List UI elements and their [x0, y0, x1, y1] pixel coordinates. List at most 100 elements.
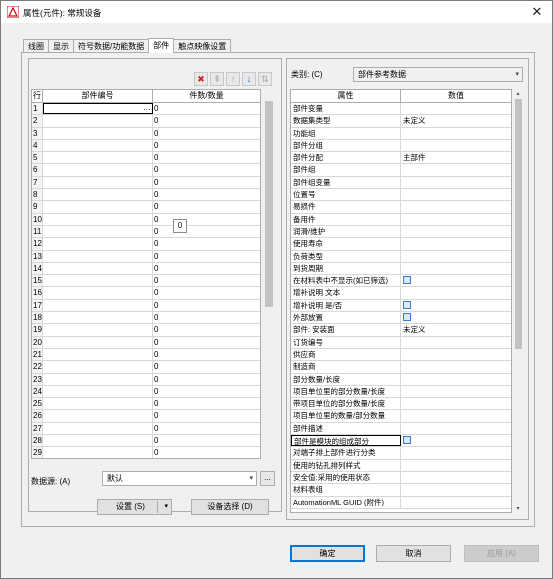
property-row[interactable]: 增补说明 是/否 — [291, 299, 511, 313]
chevron-down-icon[interactable]: ▾ — [164, 500, 168, 514]
quantity-cell[interactable]: 0 — [153, 214, 260, 225]
tab-4[interactable]: 触点映像设置 — [173, 39, 232, 53]
part-number-cell[interactable] — [43, 201, 153, 213]
quantity-cell[interactable]: 0 — [153, 435, 260, 446]
quantity-cell[interactable]: 0 — [153, 103, 260, 114]
property-value[interactable] — [401, 287, 511, 298]
quantity-cell[interactable]: 0 — [153, 324, 260, 335]
table-row[interactable]: 14 0 — [32, 262, 260, 276]
property-row[interactable]: 部件分组 — [291, 139, 511, 153]
property-value[interactable] — [401, 435, 511, 446]
device-select-button[interactable]: 设备选择 (D) — [191, 499, 269, 515]
property-value[interactable] — [401, 361, 511, 372]
part-number-cell[interactable] — [43, 189, 153, 201]
table-row[interactable]: 13 0 — [32, 250, 260, 263]
quantity-cell[interactable]: 0 — [153, 140, 260, 151]
table-row[interactable]: 28 0 — [32, 435, 260, 448]
property-value[interactable]: 主部件 — [401, 152, 511, 163]
property-value[interactable] — [401, 349, 511, 360]
parts-scrollbar[interactable] — [263, 89, 275, 459]
property-row[interactable]: 项目单位里的数量/部分数量 — [291, 410, 511, 423]
part-number-cell[interactable] — [43, 115, 153, 127]
checkbox[interactable] — [403, 276, 411, 285]
property-row[interactable]: 外部放置 — [291, 312, 511, 325]
table-row[interactable]: 11 0 — [32, 225, 260, 239]
table-row[interactable]: 21 0 — [32, 348, 260, 362]
part-number-cell[interactable] — [43, 299, 153, 312]
move-up-icon[interactable]: ↑ — [226, 72, 240, 86]
property-row[interactable]: 润滑/维护 — [291, 225, 511, 239]
part-number-cell[interactable] — [43, 238, 153, 250]
part-number-cell[interactable] — [43, 225, 153, 238]
quantity-cell[interactable]: 0 — [153, 300, 260, 311]
part-number-header[interactable]: 部件编号 — [43, 90, 153, 102]
part-number-cell[interactable] — [43, 410, 153, 422]
property-row[interactable]: 位置号 — [291, 189, 511, 202]
quantity-cell[interactable]: 0 — [153, 398, 260, 409]
property-value[interactable] — [401, 128, 511, 139]
property-row[interactable]: 部件: 安装面 未定义 — [291, 324, 511, 337]
property-row[interactable]: 增补说明 文本 — [291, 287, 511, 300]
property-value[interactable] — [401, 337, 511, 348]
property-value[interactable]: 未定义 — [401, 324, 511, 335]
table-row[interactable]: 23 0 — [32, 373, 260, 386]
quantity-cell[interactable]: 0 — [153, 349, 260, 360]
table-row[interactable]: 60 — [32, 164, 260, 177]
part-number-cell[interactable] — [43, 164, 153, 176]
data-source-select[interactable]: 默认 ▾ — [102, 471, 257, 486]
checkbox[interactable] — [403, 313, 411, 322]
table-row[interactable]: 12 0 — [32, 238, 260, 251]
table-row[interactable]: 16 0 — [32, 287, 260, 300]
property-value[interactable] — [401, 386, 511, 397]
part-number-cell[interactable] — [43, 287, 153, 299]
quantity-cell[interactable]: 0 — [153, 128, 260, 139]
property-row[interactable]: 使用寿命 — [291, 238, 511, 251]
properties-scrollbar[interactable]: ▴ ▾ — [513, 89, 523, 513]
browse-part-button[interactable]: … — [143, 104, 151, 113]
property-value[interactable] — [401, 251, 511, 262]
part-number-cell[interactable] — [43, 139, 153, 152]
table-row[interactable]: 22 0 — [32, 361, 260, 374]
scroll-down-icon[interactable]: ▾ — [513, 505, 523, 512]
part-number-cell[interactable] — [43, 213, 153, 225]
property-value[interactable] — [401, 472, 511, 483]
quantity-cell[interactable]: 0 — [153, 251, 260, 262]
property-row[interactable]: 功能组 — [291, 127, 511, 140]
property-row[interactable]: 制造商 — [291, 361, 511, 374]
part-number-cell[interactable] — [43, 324, 153, 336]
quantity-cell[interactable]: 0 — [153, 386, 260, 397]
part-number-cell[interactable] — [43, 373, 153, 385]
scroll-up-icon[interactable]: ▴ — [513, 90, 523, 97]
part-number-cell[interactable]: … — [43, 103, 153, 115]
part-number-cell[interactable] — [43, 385, 153, 398]
checkbox[interactable] — [403, 436, 411, 445]
table-row[interactable]: 20 0 — [32, 336, 260, 349]
table-row[interactable]: 15 0 — [32, 275, 260, 288]
part-number-cell[interactable] — [43, 275, 153, 287]
property-row[interactable]: 备用件 — [291, 213, 511, 226]
table-row[interactable]: 80 — [32, 189, 260, 202]
property-row[interactable]: 部件组变量 — [291, 176, 511, 190]
tab-3[interactable]: 部件 — [148, 38, 175, 53]
property-value[interactable] — [401, 103, 511, 114]
quantity-cell[interactable]: 0 — [153, 238, 260, 249]
property-value[interactable] — [401, 484, 511, 495]
quantity-cell[interactable]: 0 — [153, 287, 260, 298]
property-row[interactable]: 对端子排上部件进行分类 — [291, 447, 511, 460]
part-number-cell[interactable] — [43, 176, 153, 189]
quantity-cell[interactable]: 0 — [153, 361, 260, 372]
property-row[interactable]: 数据集类型 未定义 — [291, 115, 511, 128]
cancel-button[interactable]: 取消 — [376, 545, 451, 562]
property-row[interactable]: AutomationML GUID (附件) — [291, 496, 511, 509]
new-row-icon[interactable]: ⇞ — [210, 72, 224, 86]
property-value[interactable] — [401, 423, 511, 434]
close-icon[interactable]: ✕ — [528, 3, 546, 21]
property-value[interactable] — [401, 238, 511, 249]
property-value[interactable] — [401, 497, 511, 508]
table-row[interactable]: 1 … 0 — [32, 103, 260, 116]
quantity-cell[interactable]: 0 — [153, 201, 260, 212]
property-value[interactable] — [401, 447, 511, 458]
part-number-cell[interactable] — [43, 250, 153, 262]
property-row[interactable]: 使用的钻孔排列样式 — [291, 459, 511, 472]
property-value[interactable] — [401, 164, 511, 175]
